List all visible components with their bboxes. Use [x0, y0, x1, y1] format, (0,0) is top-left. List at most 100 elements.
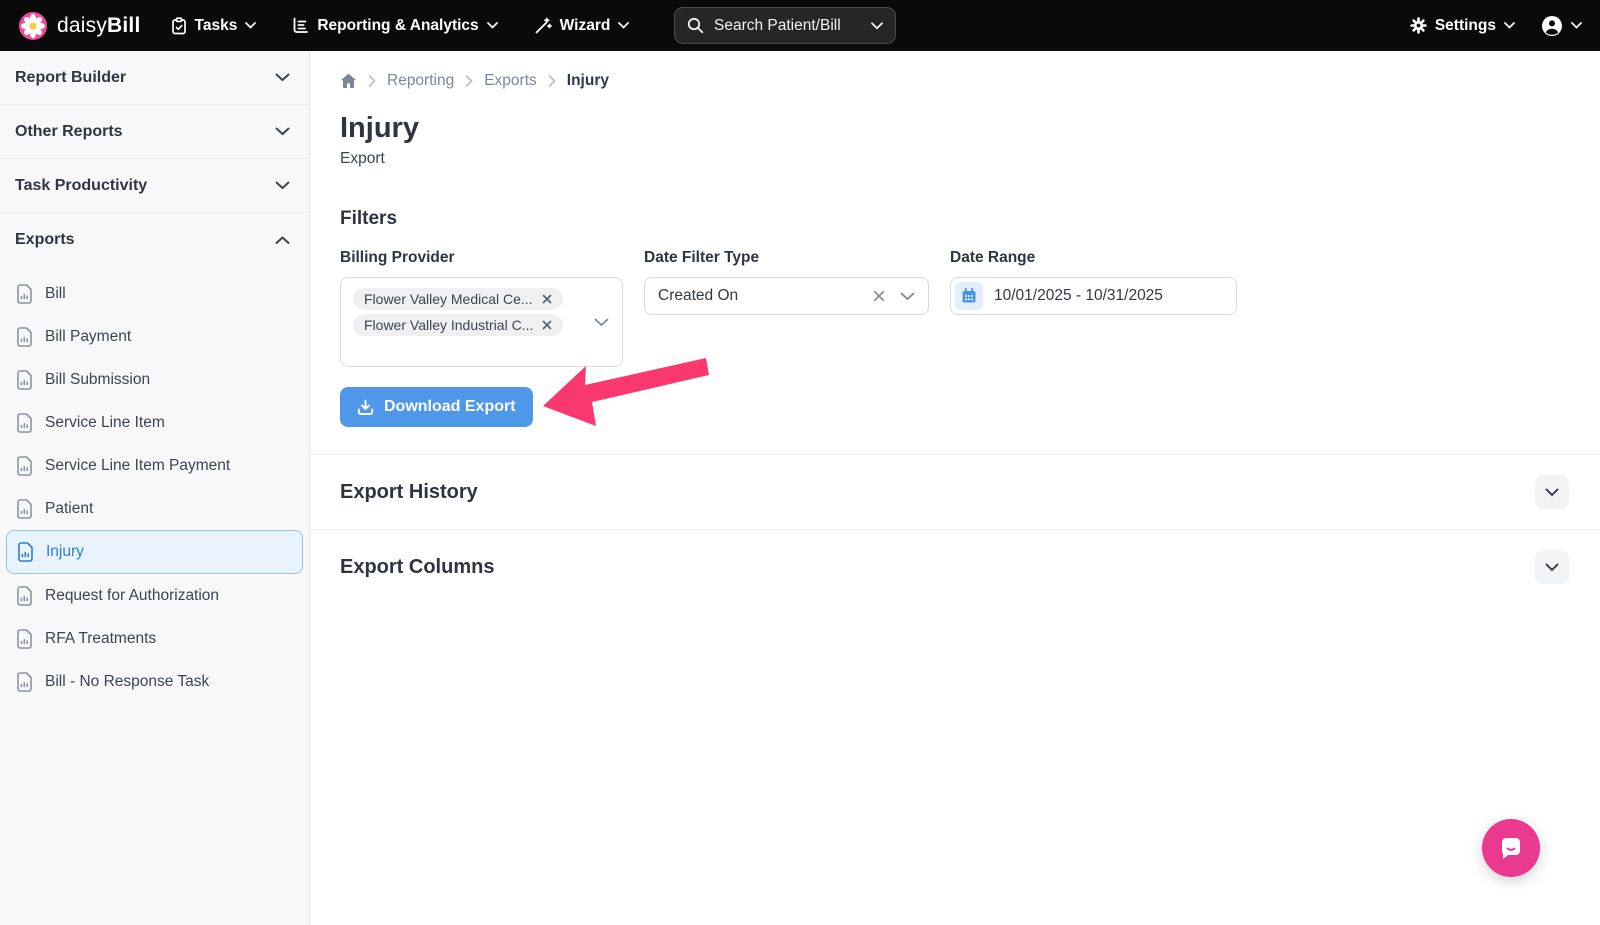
nav-reporting-analytics[interactable]: Reporting & Analytics — [292, 17, 497, 35]
calendar-icon[interactable] — [955, 282, 983, 310]
chevron-down-icon — [1504, 22, 1515, 29]
home-icon[interactable] — [340, 73, 357, 89]
sidebar-item-request-for-authorization[interactable]: Request for Authorization — [0, 574, 309, 617]
gear-icon — [1410, 17, 1427, 34]
magic-wand-icon — [534, 17, 552, 35]
chevron-down-icon — [871, 22, 883, 30]
search-icon — [687, 17, 704, 34]
export-history-section: Export History — [310, 454, 1600, 529]
sidebar-item-bill-no-response-task[interactable]: Bill - No Response Task — [0, 660, 309, 703]
section-label: Task Productivity — [15, 177, 147, 195]
chevron-down-icon — [275, 127, 290, 136]
chevron-down-icon[interactable] — [594, 314, 609, 332]
sidebar-item-patient[interactable]: Patient — [0, 487, 309, 530]
report-document-icon — [16, 284, 33, 304]
sidebar-item-service-line-item-payment[interactable]: Service Line Item Payment — [0, 444, 309, 487]
search-patient-bill[interactable]: Search Patient/Bill — [674, 7, 896, 44]
user-account-icon — [1541, 15, 1563, 37]
export-columns-title: Export Columns — [340, 556, 494, 579]
chevron-down-icon — [275, 181, 290, 190]
sidebar-item-label: Patient — [45, 500, 93, 518]
nav-settings[interactable]: Settings — [1410, 17, 1515, 35]
chevron-down-icon — [618, 22, 629, 29]
date-range-group: Date Range 10/0 — [950, 249, 1237, 315]
report-document-icon — [16, 456, 33, 476]
report-document-icon — [16, 370, 33, 390]
date-filter-type-select[interactable]: Created On — [644, 277, 929, 315]
report-document-icon — [16, 629, 33, 649]
nav-settings-label: Settings — [1435, 17, 1496, 35]
chevron-down-icon — [275, 73, 290, 82]
billing-provider-multiselect[interactable]: Flower Valley Medical Ce... Flower Valle… — [340, 277, 623, 367]
date-filter-type-label: Date Filter Type — [644, 249, 929, 267]
provider-tag: Flower Valley Industrial C... — [353, 314, 563, 336]
chat-widget-button[interactable] — [1482, 819, 1540, 877]
breadcrumb: Reporting Exports Injury — [340, 72, 1600, 90]
filters-heading: Filters — [340, 208, 1600, 230]
nav-tasks-label: Tasks — [195, 17, 238, 35]
sidebar-item-bill[interactable]: Bill — [0, 272, 309, 315]
brand-logo[interactable]: daisyBill — [18, 11, 141, 41]
sidebar-item-label: Injury — [46, 543, 84, 561]
brand-name: daisyBill — [57, 14, 141, 38]
billing-provider-group: Billing Provider Flower Valley Medical C… — [340, 249, 623, 367]
bar-chart-icon — [292, 17, 309, 34]
sidebar-item-label: RFA Treatments — [45, 630, 156, 648]
breadcrumb-separator-icon — [368, 75, 376, 87]
sidebar-item-label: Service Line Item Payment — [45, 457, 230, 475]
download-export-button[interactable]: Download Export — [340, 387, 533, 427]
date-range-value: 10/01/2025 - 10/31/2025 — [994, 287, 1163, 305]
sidebar-item-bill-payment[interactable]: Bill Payment — [0, 315, 309, 358]
sidebar-item-label: Service Line Item — [45, 414, 165, 432]
remove-tag-icon[interactable] — [542, 294, 552, 304]
export-history-toggle[interactable] — [1535, 475, 1569, 509]
report-document-icon — [16, 327, 33, 347]
nav-wizard[interactable]: Wizard — [534, 17, 630, 35]
sidebar-item-label: Bill - No Response Task — [45, 673, 209, 691]
breadcrumb-link-exports[interactable]: Exports — [484, 72, 537, 90]
download-icon — [357, 399, 374, 416]
sidebar: Report Builder Other Reports Task Produc… — [0, 51, 310, 925]
nav-tasks[interactable]: Tasks — [171, 17, 257, 35]
filter-row: Billing Provider Flower Valley Medical C… — [340, 249, 1600, 367]
nav-account[interactable] — [1541, 15, 1582, 37]
chevron-down-icon — [487, 22, 498, 29]
section-label: Exports — [15, 231, 75, 249]
clipboard-icon — [171, 17, 187, 35]
export-history-title: Export History — [340, 481, 478, 504]
billing-provider-label: Billing Provider — [340, 249, 623, 267]
date-filter-type-value: Created On — [658, 287, 873, 305]
breadcrumb-separator-icon — [548, 75, 556, 87]
sidebar-section-report-builder[interactable]: Report Builder — [0, 51, 309, 105]
date-range-label: Date Range — [950, 249, 1237, 267]
chat-bubble-icon — [1497, 834, 1525, 862]
page-subtitle: Export — [340, 150, 1600, 168]
chevron-down-icon[interactable] — [900, 292, 915, 301]
sidebar-section-exports[interactable]: Exports — [0, 213, 309, 267]
date-filter-type-group: Date Filter Type Created On — [644, 249, 929, 315]
sidebar-item-label: Request for Authorization — [45, 587, 219, 605]
export-columns-section: Export Columns — [310, 529, 1600, 604]
breadcrumb-link-reporting[interactable]: Reporting — [387, 72, 454, 90]
remove-tag-icon[interactable] — [542, 320, 552, 330]
provider-tag: Flower Valley Medical Ce... — [353, 288, 563, 310]
daisy-flower-icon — [18, 11, 48, 41]
sidebar-item-rfa-treatments[interactable]: RFA Treatments — [0, 617, 309, 660]
sidebar-section-other-reports[interactable]: Other Reports — [0, 105, 309, 159]
sidebar-item-label: Bill Payment — [45, 328, 131, 346]
chevron-down-icon — [1545, 488, 1559, 497]
sidebar-section-task-productivity[interactable]: Task Productivity — [0, 159, 309, 213]
clear-icon[interactable] — [873, 290, 885, 302]
provider-tag-label: Flower Valley Industrial C... — [364, 317, 533, 333]
sidebar-item-service-line-item[interactable]: Service Line Item — [0, 401, 309, 444]
nav-wizard-label: Wizard — [560, 17, 611, 35]
breadcrumb-current: Injury — [567, 72, 609, 90]
export-columns-toggle[interactable] — [1535, 550, 1569, 584]
date-range-input[interactable]: 10/01/2025 - 10/31/2025 — [950, 277, 1237, 315]
sidebar-item-bill-submission[interactable]: Bill Submission — [0, 358, 309, 401]
sidebar-item-injury[interactable]: Injury — [6, 530, 303, 574]
nav-right: Settings — [1410, 15, 1582, 37]
sidebar-item-label: Bill — [45, 285, 66, 303]
sidebar-item-label: Bill Submission — [45, 371, 150, 389]
report-document-icon — [16, 413, 33, 433]
